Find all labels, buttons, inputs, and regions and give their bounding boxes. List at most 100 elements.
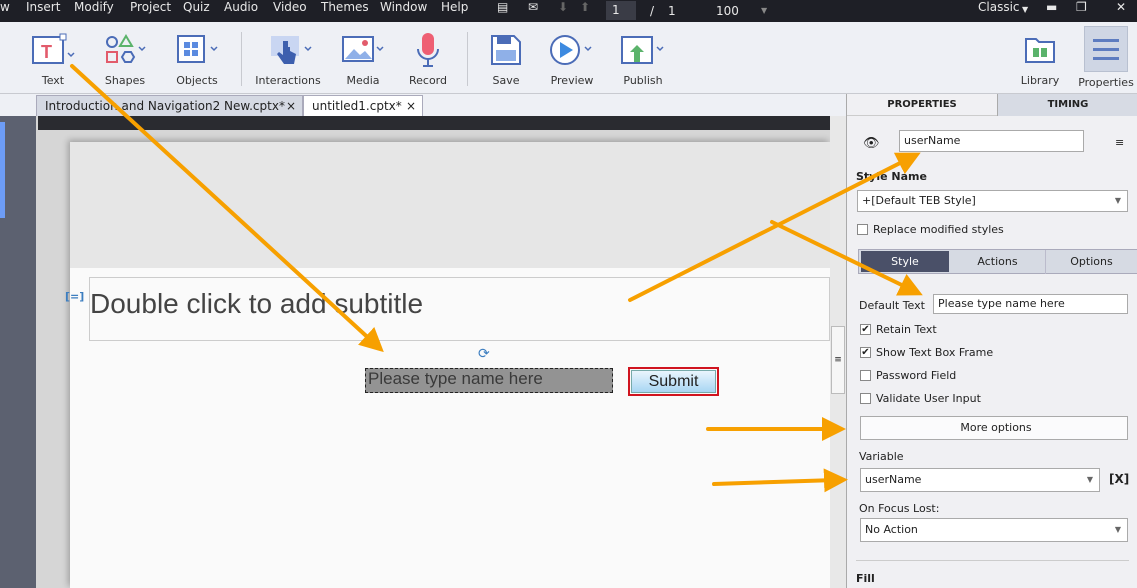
close-window-button[interactable]: ✕ xyxy=(1116,0,1126,14)
panel-menu-icon[interactable]: ≡ xyxy=(1115,136,1124,149)
text-icon: T xyxy=(32,33,75,64)
toolbar-divider xyxy=(467,32,468,86)
menu-insert[interactable]: Insert xyxy=(26,0,60,14)
tab-timing[interactable]: TIMING xyxy=(997,94,1137,116)
media-tool-button[interactable]: Media xyxy=(338,30,388,87)
minimize-button[interactable]: ▬ xyxy=(1046,0,1057,14)
default-text-label: Default Text xyxy=(859,299,925,312)
mail-icon[interactable]: ✉ xyxy=(528,0,538,14)
library-icon xyxy=(1025,38,1055,63)
menu-project[interactable]: Project xyxy=(130,0,171,14)
slide-thumbnail[interactable] xyxy=(0,122,5,218)
replace-modified-checkbox[interactable]: Replace modified styles xyxy=(857,223,1004,236)
ruler-bar xyxy=(38,116,830,130)
checkbox[interactable] xyxy=(857,224,868,235)
segment-actions[interactable]: Actions xyxy=(951,250,1044,274)
arrow-down-icon[interactable]: ⬇ xyxy=(558,0,568,14)
save-button[interactable]: Save xyxy=(481,30,531,87)
on-focus-lost-label: On Focus Lost: xyxy=(859,502,940,515)
toolbar-divider xyxy=(241,32,242,86)
properties-button[interactable]: Properties xyxy=(1078,26,1134,89)
tab-properties[interactable]: PROPERTIES xyxy=(847,94,997,116)
style-name-select[interactable]: +[Default TEB Style] xyxy=(857,190,1128,212)
properties-icon xyxy=(1093,39,1119,60)
workspace-select[interactable]: Classic xyxy=(978,0,1020,14)
svg-text:T: T xyxy=(41,42,52,62)
text-tool-label: Text xyxy=(41,74,65,87)
on-focus-lost-select[interactable]: No Action xyxy=(860,518,1128,542)
menu-video[interactable]: Video xyxy=(273,0,307,14)
checkbox[interactable]: ✔ xyxy=(860,347,871,358)
library-button[interactable]: Library xyxy=(1015,30,1065,87)
visibility-eye-icon[interactable]: 👁 xyxy=(863,136,880,151)
objects-icon xyxy=(177,35,218,63)
objects-tool-button[interactable]: Objects xyxy=(172,30,222,87)
checkbox[interactable] xyxy=(860,370,871,381)
publish-label: Publish xyxy=(623,74,663,87)
segment-style[interactable]: Style xyxy=(861,251,949,272)
toolbar: T Text Shapes Objects Interactions Media… xyxy=(0,22,1137,94)
close-tab-icon[interactable]: × xyxy=(406,96,416,116)
checkbox[interactable]: ✔ xyxy=(860,324,871,335)
menu-audio[interactable]: Audio xyxy=(224,0,258,14)
slide-notes-icon[interactable]: ▤ xyxy=(497,0,508,14)
checkbox[interactable] xyxy=(860,393,871,404)
media-icon xyxy=(342,36,384,62)
object-name-input[interactable]: userName xyxy=(899,130,1084,152)
menu-themes[interactable]: Themes xyxy=(321,0,369,14)
publish-button[interactable]: Publish xyxy=(616,30,670,87)
default-text-input[interactable]: Please type name here xyxy=(933,294,1128,314)
password-field-checkbox[interactable]: Password Field xyxy=(860,369,956,382)
chevron-down-icon[interactable]: ▼ xyxy=(1022,3,1028,17)
record-button[interactable]: Record xyxy=(403,30,453,87)
save-label: Save xyxy=(492,74,520,87)
submit-button[interactable]: Submit xyxy=(631,370,716,393)
menu-quiz[interactable]: Quiz xyxy=(183,0,210,14)
tab-untitled1[interactable]: untitled1.cptx* × xyxy=(303,95,423,116)
slide-canvas[interactable]: Double click to add subtitle Please type… xyxy=(70,142,830,588)
page-separator: / xyxy=(650,4,655,18)
menu-view[interactable]: w xyxy=(0,0,10,14)
shapes-tool-label: Shapes xyxy=(104,74,146,87)
save-icon xyxy=(491,35,521,65)
filmstrip[interactable] xyxy=(0,116,36,588)
interactions-tool-button[interactable]: Interactions xyxy=(252,30,324,87)
subtitle-placeholder[interactable]: Double click to add subtitle xyxy=(89,277,830,341)
scroll-thumb[interactable]: ≡ xyxy=(831,326,845,394)
object-marker-icon: [=] xyxy=(65,290,85,303)
more-options-button[interactable]: More options xyxy=(860,416,1128,440)
tab-introduction[interactable]: Introduction and Navigation2 New.cptx* × xyxy=(36,95,303,116)
variable-dialog-button[interactable]: [X] xyxy=(1109,472,1129,486)
properties-label: Properties xyxy=(1078,76,1134,89)
page-number-input[interactable]: 1 xyxy=(606,1,636,20)
menu-window[interactable]: Window xyxy=(380,0,427,14)
restore-button[interactable]: ❐ xyxy=(1076,0,1087,14)
zoom-select[interactable]: 100 xyxy=(716,4,739,18)
variable-label: Variable xyxy=(859,450,904,463)
arrow-up-icon[interactable]: ⬆ xyxy=(580,0,590,14)
text-entry-box[interactable]: Please type name here xyxy=(365,368,613,393)
segment-options[interactable]: Options xyxy=(1045,250,1137,274)
checkbox-label: Retain Text xyxy=(876,323,937,336)
checkbox-label: Replace modified styles xyxy=(873,223,1004,236)
menu-help[interactable]: Help xyxy=(441,0,468,14)
slide-header-band xyxy=(70,142,830,268)
preview-button[interactable]: Preview xyxy=(546,30,598,87)
publish-icon xyxy=(621,36,664,64)
shapes-tool-button[interactable]: Shapes xyxy=(100,30,150,87)
text-tool-button[interactable]: T Text xyxy=(28,30,78,87)
submit-button-frame[interactable]: Submit xyxy=(628,367,719,396)
zoom-dropdown-icon[interactable]: ▼ xyxy=(761,4,767,18)
validate-input-checkbox[interactable]: Validate User Input xyxy=(860,392,981,405)
close-tab-icon[interactable]: × xyxy=(286,96,296,116)
divider xyxy=(856,560,1129,561)
checkbox-label: Show Text Box Frame xyxy=(876,346,994,359)
microphone-icon xyxy=(417,33,439,67)
retain-text-checkbox[interactable]: ✔ Retain Text xyxy=(860,323,937,336)
vertical-scrollbar[interactable]: ≡ xyxy=(830,116,846,588)
variable-select[interactable]: userName xyxy=(860,468,1100,492)
page-total: 1 xyxy=(668,4,676,18)
menu-modify[interactable]: Modify xyxy=(74,0,114,14)
show-frame-checkbox[interactable]: ✔ Show Text Box Frame xyxy=(860,346,993,359)
rotate-handle-icon[interactable]: ⟳ xyxy=(478,346,490,362)
